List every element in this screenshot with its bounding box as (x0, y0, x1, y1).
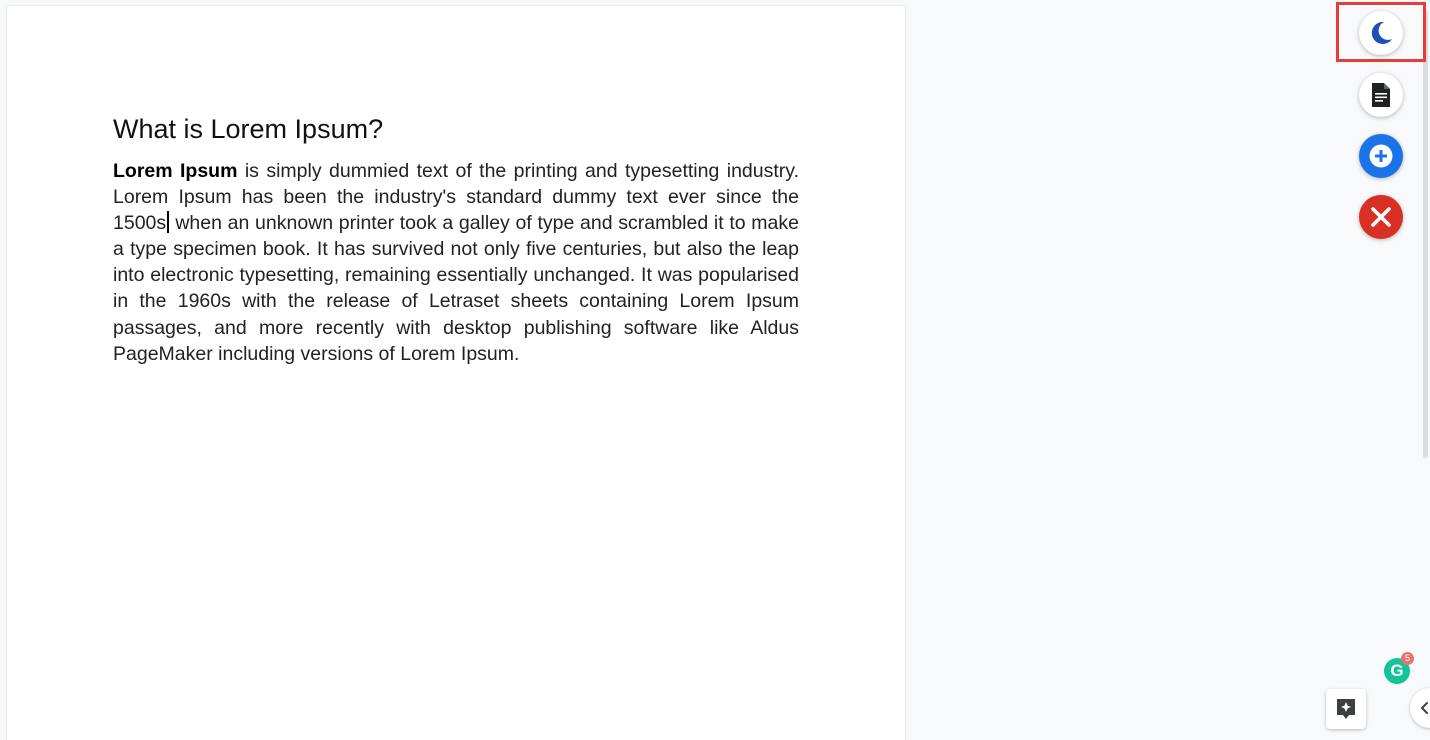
paragraph-bold-lead: Lorem Ipsum (113, 160, 238, 182)
explore-button[interactable] (1326, 689, 1366, 729)
side-panel-toggle[interactable] (1410, 688, 1430, 728)
grammarly-badge: 5 (1401, 652, 1414, 665)
app-window: What is Lorem Ipsum? Lorem Ipsum is simp… (0, 0, 1430, 740)
text-cursor (167, 211, 169, 234)
document-button[interactable] (1359, 73, 1403, 117)
close-button[interactable] (1359, 195, 1403, 239)
plus-circle-icon (1369, 144, 1393, 168)
document-body[interactable]: What is Lorem Ipsum? Lorem Ipsum is simp… (113, 112, 799, 367)
grammarly-icon: G (1390, 661, 1404, 680)
dark-mode-button[interactable] (1359, 11, 1403, 55)
add-button[interactable] (1359, 134, 1403, 178)
close-icon (1371, 207, 1391, 227)
moon-icon (1371, 21, 1392, 44)
document-paragraph[interactable]: Lorem Ipsum is simply dummied text of th… (113, 158, 799, 367)
document-heading[interactable]: What is Lorem Ipsum? (113, 112, 799, 146)
paragraph-text-after-caret: when an unknown printer took a galley of… (113, 212, 799, 365)
chevron-left-icon (1420, 702, 1428, 714)
document-page[interactable]: What is Lorem Ipsum? Lorem Ipsum is simp… (7, 6, 905, 740)
document-icon (1372, 83, 1390, 107)
vertical-scrollbar[interactable] (1423, 10, 1428, 458)
explore-sparkle-icon (1337, 699, 1355, 719)
